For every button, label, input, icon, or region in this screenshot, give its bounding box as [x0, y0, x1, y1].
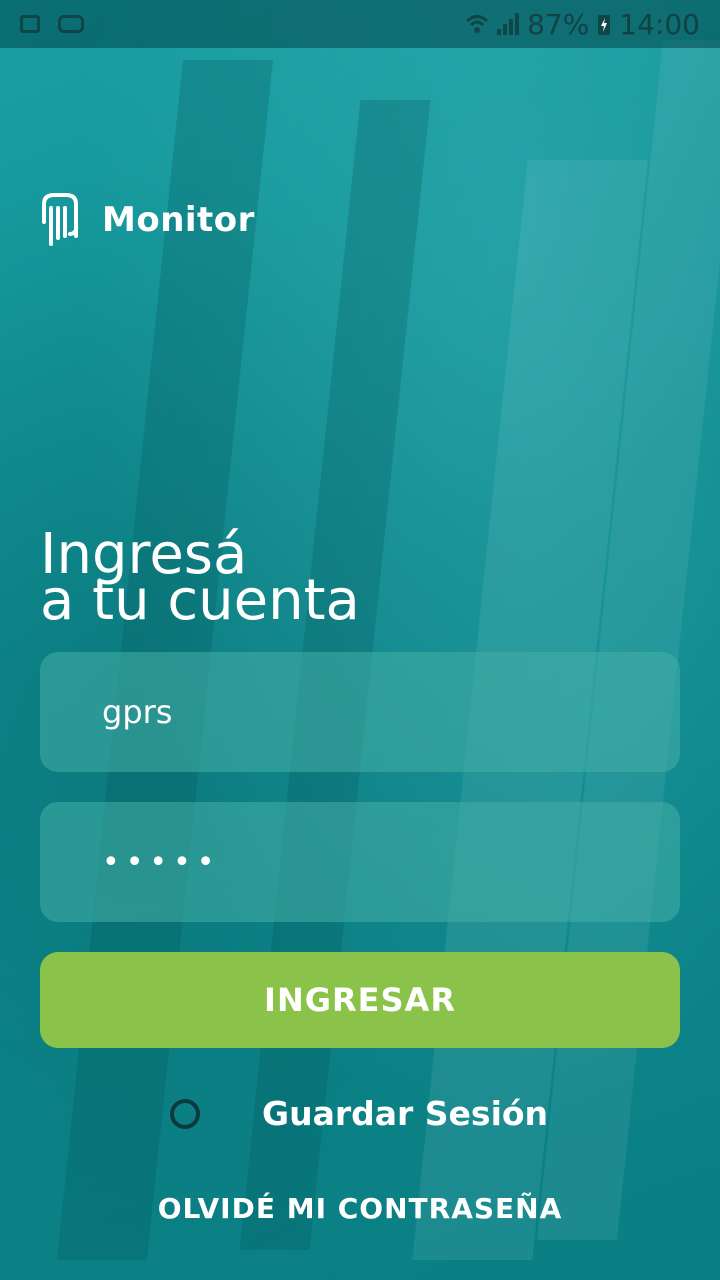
- battery-percent: 87%: [527, 7, 590, 41]
- signal-icon: [497, 13, 520, 35]
- voicemail-icon: [58, 15, 84, 33]
- app-logo: Monitor: [40, 192, 255, 248]
- username-field[interactable]: gprs: [40, 652, 680, 772]
- app-name: Monitor: [102, 200, 255, 240]
- page-title: Ingresá a tu cuenta: [40, 527, 360, 633]
- hand-logo-icon: [42, 193, 78, 246]
- battery-charging-icon: [598, 15, 611, 35]
- remember-label: Guardar Sesión: [262, 1094, 549, 1133]
- wifi-icon: [466, 15, 489, 33]
- clock: 14:00: [619, 7, 700, 41]
- forgot-password-link[interactable]: OLVIDÉ MI CONTRASEÑA: [0, 1192, 720, 1225]
- password-field[interactable]: •••••: [40, 802, 680, 922]
- title-line-2: a tu cuenta: [40, 568, 360, 633]
- remember-radio[interactable]: [170, 1098, 200, 1129]
- status-bar: 87% 14:00: [0, 0, 720, 48]
- image-icon: [20, 15, 40, 33]
- remember-session-toggle[interactable]: Guardar Sesión: [170, 1094, 548, 1133]
- login-button[interactable]: INGRESAR: [40, 952, 680, 1048]
